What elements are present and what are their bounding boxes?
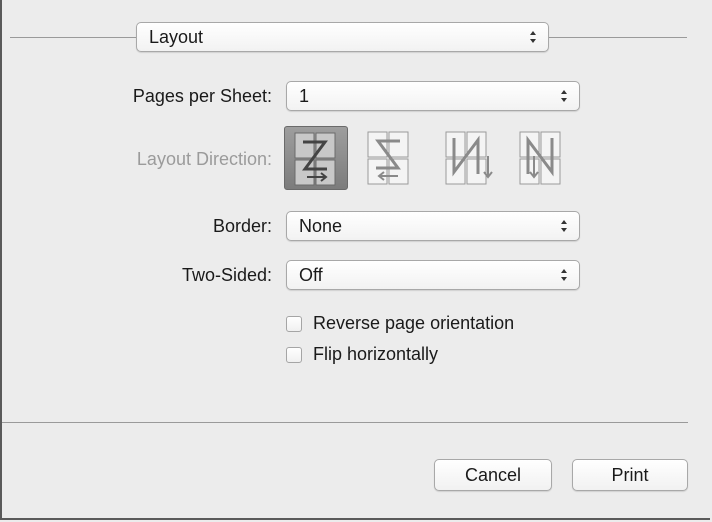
n-order-icon [445, 131, 493, 185]
border-label: Border: [212, 216, 272, 236]
up-down-arrows-icon [561, 220, 567, 232]
reverse-n-order-icon [519, 131, 561, 185]
layout-direction-n-button[interactable] [436, 126, 500, 190]
layout-direction-label: Layout Direction: [136, 149, 272, 169]
up-down-arrows-icon [530, 31, 536, 43]
pages-per-sheet-popup[interactable]: 1 [286, 81, 580, 111]
bottom-separator [2, 422, 688, 423]
two-sided-value: Off [299, 265, 323, 285]
z-order-icon [294, 132, 336, 186]
layout-direction-reverse-n-button[interactable] [510, 126, 574, 190]
up-down-arrows-icon [561, 90, 567, 102]
panel-selector-value: Layout [149, 27, 204, 47]
flip-horizontally-label: Flip horizontally [313, 344, 439, 364]
flip-horizontally-checkbox[interactable] [286, 347, 302, 363]
top-separator-left [10, 37, 136, 38]
border-value: None [299, 216, 343, 236]
reverse-orientation-checkbox[interactable] [286, 316, 302, 332]
cancel-button[interactable]: Cancel [434, 459, 552, 491]
reverse-z-order-icon [367, 131, 409, 185]
border-popup[interactable]: None [286, 211, 580, 241]
two-sided-label: Two-Sided: [181, 265, 272, 285]
print-button[interactable]: Print [572, 459, 688, 491]
panel-selector-popup[interactable]: Layout [136, 22, 549, 52]
pages-per-sheet-label: Pages per Sheet: [132, 86, 272, 106]
reverse-orientation-label: Reverse page orientation [313, 313, 515, 333]
layout-direction-z-button[interactable] [284, 126, 348, 190]
pages-per-sheet-value: 1 [299, 86, 310, 106]
top-separator-right [549, 37, 687, 38]
up-down-arrows-icon [561, 269, 567, 281]
layout-direction-reverse-z-button[interactable] [358, 126, 422, 190]
two-sided-popup[interactable]: Off [286, 260, 580, 290]
